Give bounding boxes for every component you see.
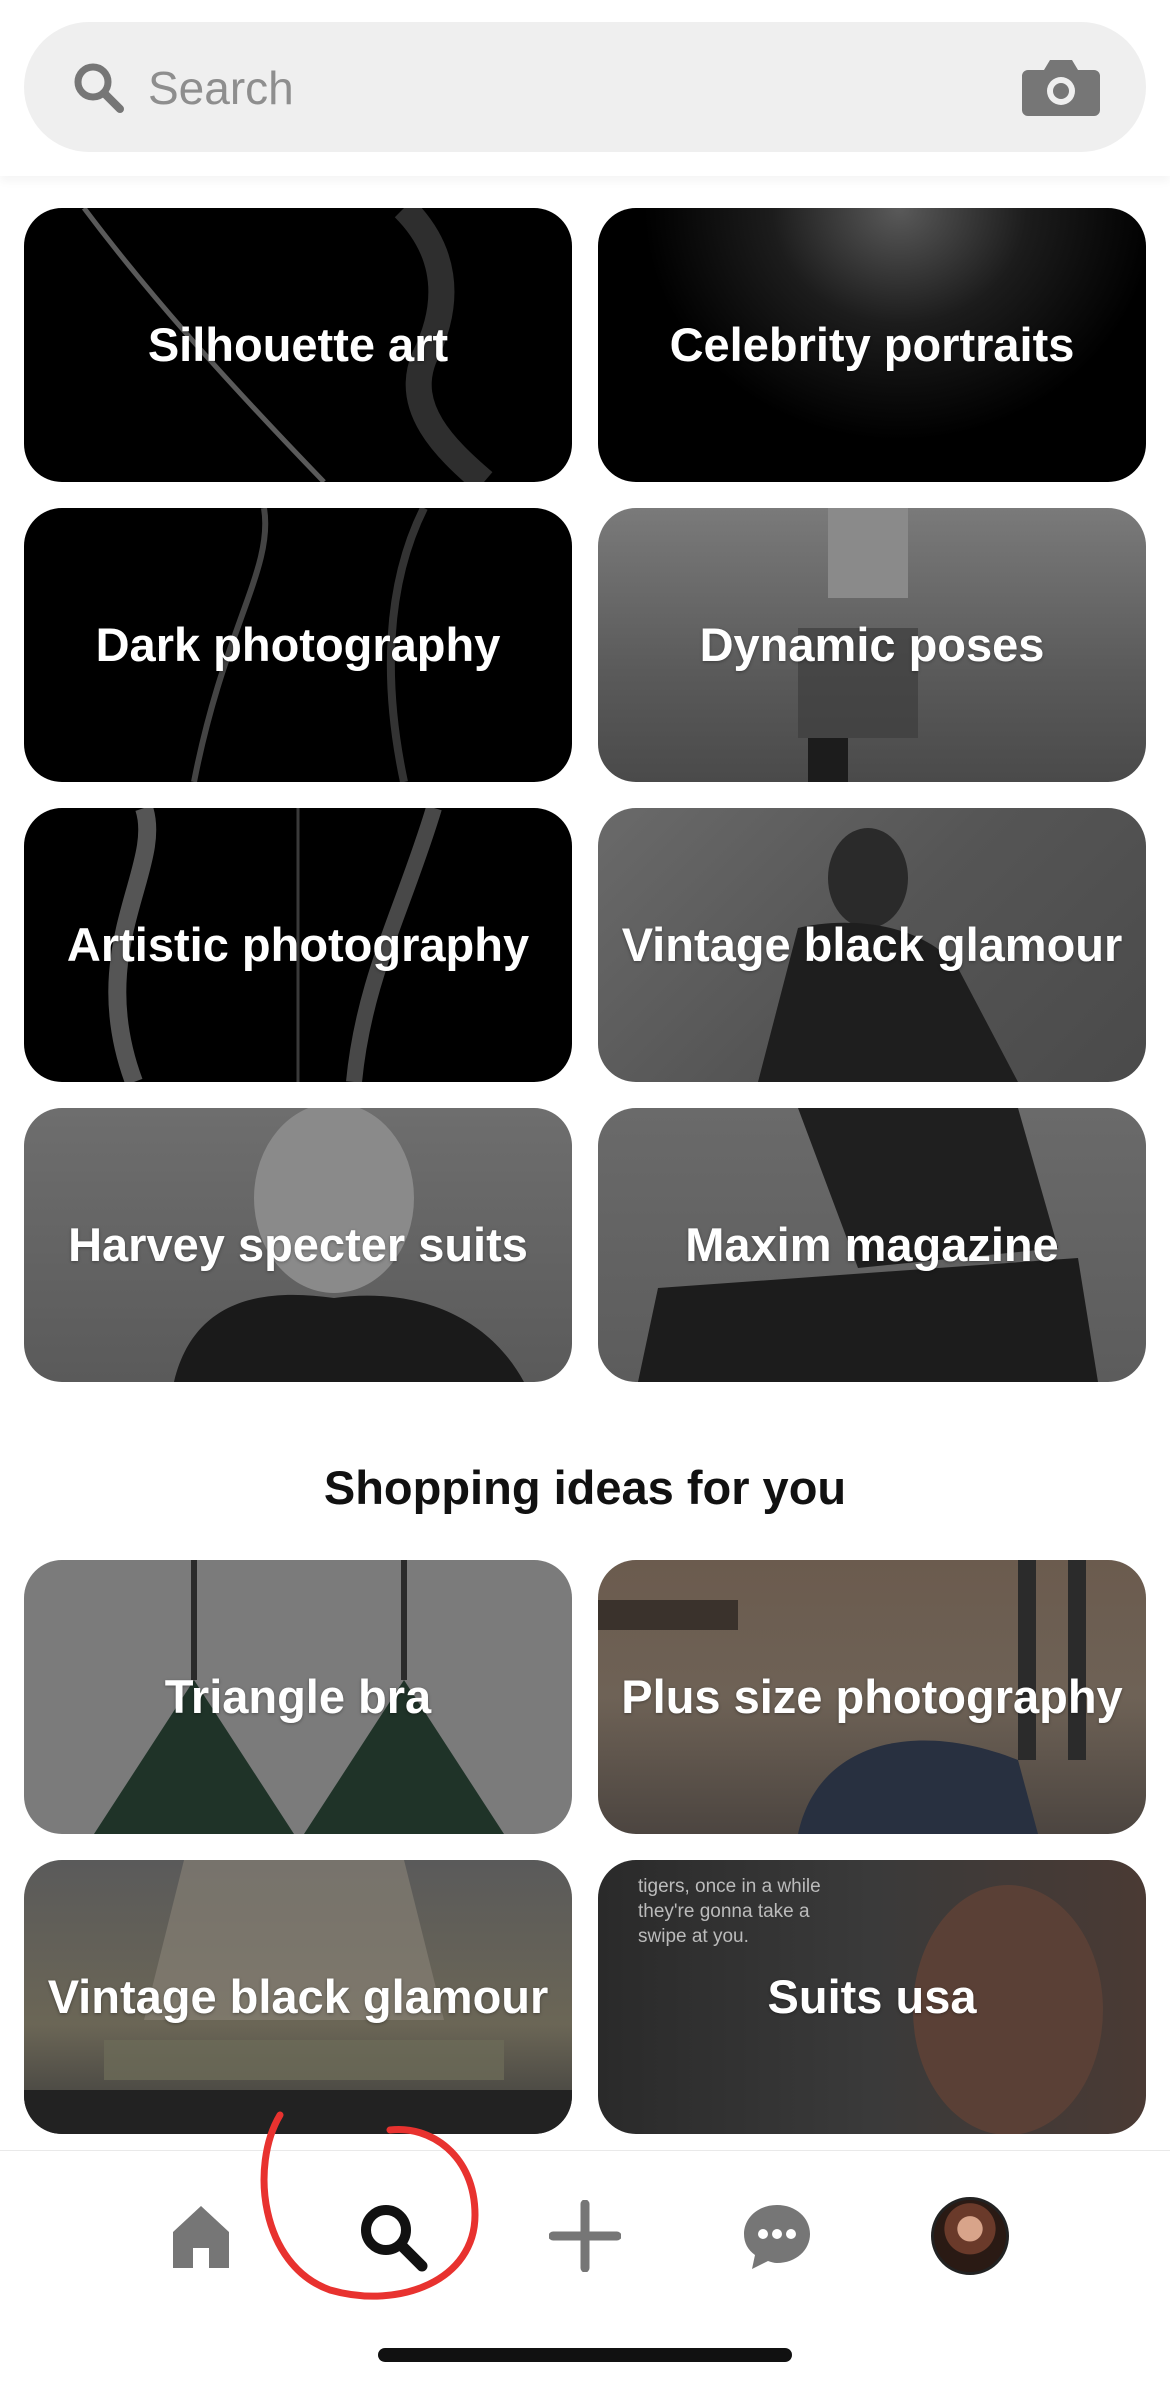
shopping-tile-vintage-black-glamour[interactable]: Vintage black glamour <box>24 1860 572 2134</box>
plus-icon <box>549 2200 621 2272</box>
nav-create[interactable] <box>530 2181 640 2291</box>
search-input[interactable] <box>146 47 1010 129</box>
tile-label: Celebrity portraits <box>669 318 1075 371</box>
nav-messages[interactable] <box>722 2181 832 2291</box>
camera-icon[interactable] <box>1022 56 1100 118</box>
idea-tile-maxim-magazine[interactable]: Maxim magazine <box>598 1108 1146 1382</box>
shopping-tile-triangle-bra[interactable]: Triangle bra <box>24 1560 572 1834</box>
nav-profile[interactable] <box>915 2181 1025 2291</box>
messages-icon <box>744 2205 810 2269</box>
tile-label: Harvey specter suits <box>68 1218 528 1271</box>
tile-label: Maxim magazine <box>685 1218 1059 1271</box>
tile-label: Plus size photography <box>621 1670 1123 1723</box>
idea-tile-vintage-black-glamour[interactable]: Vintage black glamour <box>598 808 1146 1082</box>
section-title: Shopping ideas for you <box>323 1461 847 1514</box>
tile-label: Vintage black glamour <box>47 1970 549 2023</box>
tile-label: Suits usa <box>767 1970 977 2023</box>
tile-label: Vintage black glamour <box>621 918 1123 971</box>
nav-search[interactable] <box>337 2181 447 2291</box>
search-icon <box>74 63 124 113</box>
top-bar <box>0 0 1170 176</box>
tile-label: Artistic photography <box>66 918 530 971</box>
idea-tile-dynamic-poses[interactable]: Dynamic poses <box>598 508 1146 782</box>
shopping-tile-suits-usa[interactable]: tigers, once in a while they're gonna ta… <box>598 1860 1146 2134</box>
idea-tile-harvey-specter-suits[interactable]: Harvey specter suits <box>24 1108 572 1382</box>
profile-avatar <box>931 2197 1009 2275</box>
search-icon <box>361 2205 428 2272</box>
search-bar[interactable] <box>24 22 1146 152</box>
shopping-tile-plus-size-photography[interactable]: Plus size photography <box>598 1560 1146 1834</box>
tile-label: Triangle bra <box>164 1670 432 1723</box>
tile-label: Dark photography <box>95 618 501 671</box>
idea-tile-dark-photography[interactable]: Dark photography <box>24 508 572 782</box>
quote-snippet: tigers, once in a while they're gonna ta… <box>638 1876 821 1947</box>
tile-label: Silhouette art <box>147 318 449 371</box>
idea-tile-artistic-photography[interactable]: Artistic photography <box>24 808 572 1082</box>
idea-tile-silhouette-art[interactable]: Silhouette art <box>24 208 572 482</box>
tile-label: Dynamic poses <box>699 618 1045 671</box>
home-indicator <box>378 2348 792 2362</box>
idea-tile-celebrity-portraits[interactable]: Celebrity portraits <box>598 208 1146 482</box>
nav-home[interactable] <box>146 2181 256 2291</box>
home-icon <box>173 2206 229 2268</box>
